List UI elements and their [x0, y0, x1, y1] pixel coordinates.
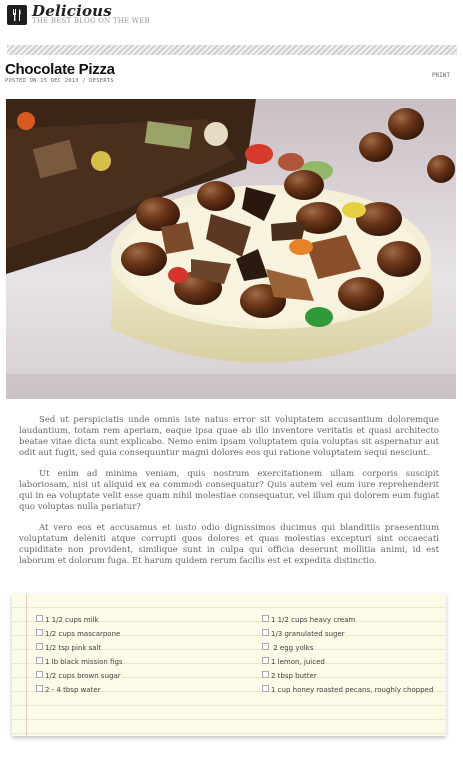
- checkbox-icon[interactable]: [262, 629, 269, 636]
- hero-image: [6, 99, 456, 399]
- header-divider: [7, 45, 457, 55]
- checkbox-icon[interactable]: [262, 671, 269, 678]
- ingredient-item[interactable]: 2 tbsp butter: [262, 669, 442, 683]
- post-paragraph: Sed ut perspiciatis unde omnis iste natu…: [19, 415, 439, 458]
- checkbox-icon[interactable]: [262, 643, 269, 650]
- ingredient-item[interactable]: 2 egg yolks: [262, 641, 442, 655]
- checkbox-icon[interactable]: [36, 671, 43, 678]
- fork-knife-icon[interactable]: [7, 5, 27, 25]
- checkbox-icon[interactable]: [262, 685, 269, 692]
- ingredients-card: 1 1/2 cups milk 1/2 cups mascarpone 1/2 …: [12, 594, 446, 736]
- ingredient-item[interactable]: 1/2 tsp pink salt: [36, 641, 216, 655]
- post-title: Chocolate Pizza: [5, 61, 115, 78]
- checkbox-icon[interactable]: [36, 685, 43, 692]
- ingredient-item[interactable]: 1 lemon, juiced: [262, 655, 442, 669]
- ingredient-item[interactable]: 1 lb black mission figs: [36, 655, 216, 669]
- ingredient-item[interactable]: 1 cup honey roasted pecans, roughly chop…: [262, 683, 442, 697]
- print-link[interactable]: PRINT: [432, 72, 450, 79]
- ingredient-item[interactable]: 2 - 4 tbsp water: [36, 683, 216, 697]
- ingredient-item[interactable]: 1/3 granulated suger: [262, 627, 442, 641]
- post-paragraph: At vero eos et accusamus et iusto odio d…: [19, 523, 439, 566]
- checkbox-icon[interactable]: [36, 615, 43, 622]
- ingredient-item[interactable]: 1 1/2 cups heavy cream: [262, 613, 442, 627]
- site-tagline: THE BEST BLOG ON THE WEB: [32, 17, 150, 25]
- ingredients-right-column: 1 1/2 cups heavy cream 1/3 granulated su…: [262, 613, 442, 697]
- site-header: Delicious THE BEST BLOG ON THE WEB: [7, 2, 457, 33]
- checkbox-icon[interactable]: [36, 629, 43, 636]
- ingredients-left-column: 1 1/2 cups milk 1/2 cups mascarpone 1/2 …: [36, 613, 216, 697]
- checkbox-icon[interactable]: [36, 643, 43, 650]
- post-meta: POSTED ON 15 DEC 2013 / DESERTS: [5, 78, 114, 84]
- post-body: Sed ut perspiciatis unde omnis iste natu…: [19, 415, 439, 577]
- checkbox-icon[interactable]: [262, 657, 269, 664]
- ingredient-item[interactable]: 1/2 cups mascarpone: [36, 627, 216, 641]
- checkbox-icon[interactable]: [262, 615, 269, 622]
- checkbox-icon[interactable]: [36, 657, 43, 664]
- post-paragraph: Ut enim ad minima veniam, quis nostrum e…: [19, 469, 439, 512]
- ingredient-item[interactable]: 1/2 cups brown sugar: [36, 669, 216, 683]
- ingredient-item[interactable]: 1 1/2 cups milk: [36, 613, 216, 627]
